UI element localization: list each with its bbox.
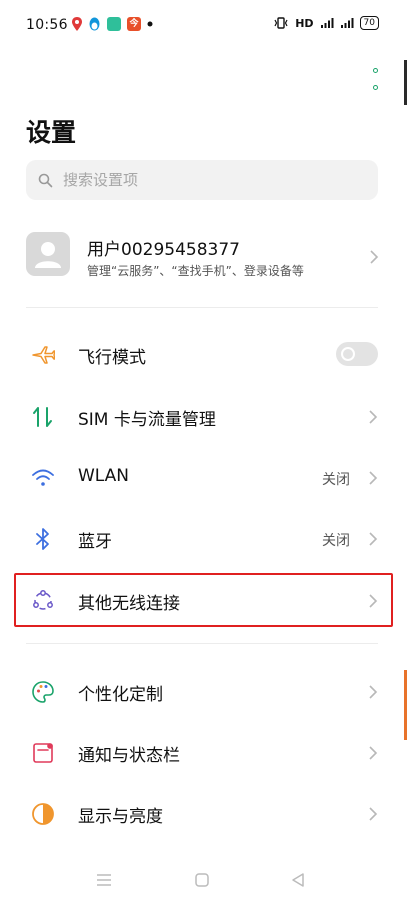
- square-home-icon: [195, 873, 209, 887]
- qq-penguin-icon: [89, 17, 100, 31]
- setting-label: 蓝牙: [78, 532, 112, 552]
- news-app-icon: 今: [127, 17, 141, 31]
- status-time: 10:56: [26, 17, 68, 33]
- back-button[interactable]: [288, 870, 308, 890]
- menu-lines-icon: [97, 874, 111, 886]
- chevron-right-icon: [369, 746, 378, 760]
- more-notifications-dot-icon: [147, 21, 153, 27]
- highlight-box: [14, 573, 393, 627]
- chevron-right-icon: [369, 685, 378, 699]
- signal-4g-icon: [320, 18, 334, 28]
- account-subtitle: 管理“云服务”、“查找手机”、登录设备等: [87, 264, 304, 278]
- more-options-button[interactable]: [366, 68, 384, 90]
- palette-icon: [30, 679, 56, 705]
- setting-label: 飞行模式: [78, 348, 146, 368]
- setting-label: 显示与亮度: [78, 807, 163, 827]
- search-icon: [38, 173, 53, 187]
- bluetooth-icon: [30, 526, 56, 552]
- setting-label: 通知与状态栏: [78, 746, 180, 766]
- back-triangle-icon: [292, 873, 304, 887]
- bluetooth-status-value: 关闭: [322, 533, 350, 549]
- account-row[interactable]: 用户00295458377 管理“云服务”、“查找手机”、登录设备等: [26, 226, 386, 288]
- chevron-right-icon: [370, 250, 379, 264]
- hd-label: HD: [295, 16, 314, 30]
- wlan-status-value: 关闭: [322, 472, 350, 488]
- toggle-knob: [341, 347, 355, 361]
- status-bar: 10:56 今 HD 70: [0, 0, 407, 50]
- setting-wlan[interactable]: WLAN 关闭: [0, 449, 407, 505]
- section-divider: [26, 307, 378, 308]
- setting-sim-data[interactable]: SIM 卡与流量管理: [0, 388, 407, 444]
- location-pin-icon: [72, 17, 82, 31]
- default-user-icon: [35, 242, 61, 268]
- search-bar[interactable]: [26, 160, 378, 200]
- setting-label: SIM 卡与流量管理: [78, 410, 216, 430]
- setting-airplane-mode[interactable]: 飞行模式: [0, 326, 407, 382]
- setting-label: 个性化定制: [78, 685, 163, 705]
- status-notification-icons: 今: [72, 17, 153, 31]
- setting-display-brightness[interactable]: 显示与亮度: [0, 785, 407, 841]
- avatar: [26, 232, 70, 276]
- chevron-right-icon: [369, 807, 378, 821]
- notification-panel-icon: [30, 740, 56, 766]
- section-divider: [26, 643, 378, 644]
- wifi-icon: [30, 465, 56, 491]
- system-navigation-bar: [0, 860, 407, 900]
- setting-notification-statusbar[interactable]: 通知与状态栏: [0, 724, 407, 780]
- status-system-icons: HD 70: [273, 16, 379, 30]
- setting-label: WLAN: [78, 466, 130, 486]
- page-title: 设置: [26, 118, 77, 147]
- chevron-right-icon: [369, 410, 378, 424]
- chevron-right-icon: [369, 532, 378, 546]
- app-notification-icon: [107, 17, 121, 31]
- brightness-icon: [30, 801, 56, 827]
- sim-data-arrows-icon: [30, 404, 56, 430]
- setting-personalize[interactable]: 个性化定制: [0, 663, 407, 719]
- recent-apps-button[interactable]: [94, 870, 114, 890]
- battery-indicator: 70: [359, 16, 379, 30]
- setting-bluetooth[interactable]: 蓝牙 关闭: [0, 510, 407, 566]
- vibrate-icon: [274, 17, 288, 29]
- home-button[interactable]: [192, 870, 212, 890]
- chevron-right-icon: [369, 471, 378, 485]
- account-name: 用户00295458377: [87, 240, 240, 260]
- airplane-icon: [30, 342, 56, 368]
- airplane-mode-toggle[interactable]: [336, 342, 378, 366]
- search-input[interactable]: [61, 170, 355, 190]
- signal-4g-secondary-icon: [340, 18, 354, 28]
- more-dot-icon: [372, 68, 378, 73]
- more-dot-icon: [372, 85, 378, 90]
